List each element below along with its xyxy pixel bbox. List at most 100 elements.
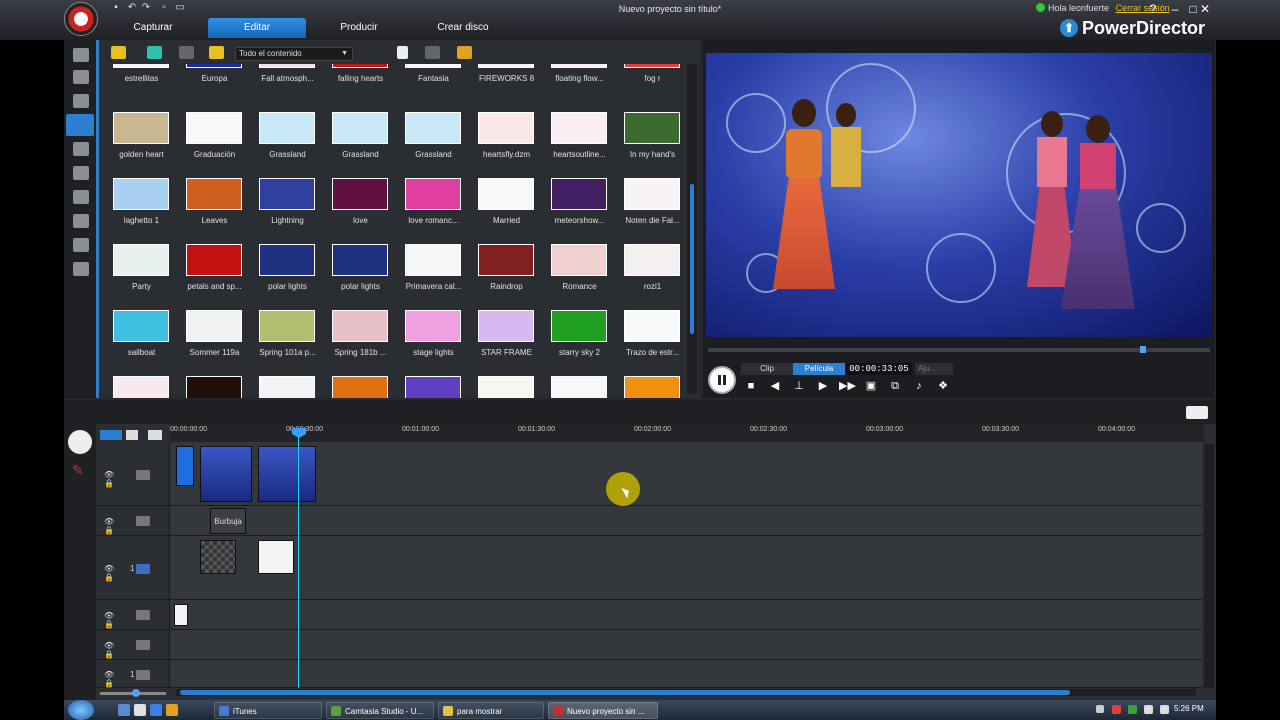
view-mode-icon[interactable] <box>457 46 472 59</box>
switch-windows-icon[interactable] <box>134 704 146 716</box>
library-item[interactable]: STAR FRAME <box>470 310 543 376</box>
help-button[interactable]: ? <box>1142 2 1164 16</box>
media-player-icon[interactable] <box>166 704 178 716</box>
timecode-display[interactable]: 00:00:33:05 <box>846 363 912 375</box>
voice-over-room-icon[interactable] <box>73 214 89 228</box>
zoom-knob[interactable] <box>132 689 140 697</box>
mode-clip-button[interactable]: Clip <box>741 363 793 375</box>
library-item[interactable]: Raindrop <box>470 244 543 310</box>
library-item[interactable]: starry sky 2 <box>543 310 616 376</box>
library-item[interactable]: Spring 101a p... <box>251 310 324 376</box>
split-icon[interactable]: ⊥ <box>791 379 807 393</box>
taskbar-clock[interactable]: 5:26 PM <box>1174 704 1204 713</box>
network-icon[interactable] <box>1144 705 1153 714</box>
video-clip[interactable] <box>200 446 252 502</box>
library-item[interactable]: Married <box>470 178 543 244</box>
taskbar-task[interactable]: iTunes <box>214 702 322 719</box>
upgrade-arrow-icon[interactable]: ⬆ <box>1060 19 1078 37</box>
new-file-icon[interactable] <box>397 46 408 59</box>
media-room-icon[interactable] <box>73 48 89 62</box>
library-item[interactable]: Romance <box>543 244 616 310</box>
video-clip[interactable] <box>176 446 194 486</box>
library-item[interactable]: Grassland <box>324 112 397 178</box>
visibility-lock-icon[interactable]: 👁 🔒 <box>104 517 122 535</box>
transition-room-icon[interactable] <box>73 166 89 180</box>
tab-capture[interactable]: Capturar <box>120 18 186 38</box>
tab-produce[interactable]: Producir <box>326 18 392 38</box>
fit-timeline-icon[interactable] <box>148 430 162 440</box>
volume-icon[interactable]: ♪ <box>911 379 927 393</box>
library-scroll-thumb[interactable] <box>690 184 694 334</box>
timeline-zoom-slider[interactable] <box>100 689 166 697</box>
timeline-scroll-thumb[interactable] <box>180 690 1070 695</box>
library-item[interactable]: Grassland <box>251 112 324 178</box>
content-filter-select[interactable]: Todo el contenido ▼ <box>235 47 353 61</box>
mode-movie-button[interactable]: Película <box>793 363 845 375</box>
stop-icon[interactable]: ■ <box>743 379 759 393</box>
magic-tools-icon[interactable] <box>179 46 194 59</box>
effect-room-icon[interactable] <box>73 70 89 84</box>
timeline-ruler[interactable]: 00:00:00:0000:00:30:0000:01:00:0000:01:3… <box>170 424 1204 442</box>
volume-icon[interactable] <box>1160 705 1169 714</box>
library-item[interactable]: In my hand's <box>616 112 685 178</box>
tray-app-icon[interactable] <box>1128 705 1137 714</box>
library-item[interactable]: heartsoutline... <box>543 112 616 178</box>
library-item[interactable]: Leaves <box>178 178 251 244</box>
library-item[interactable]: polar lights <box>251 244 324 310</box>
library-item[interactable]: Spring 181b ... <box>324 310 397 376</box>
import-folder-icon[interactable] <box>111 46 126 59</box>
library-item[interactable]: Party <box>105 244 178 310</box>
storyboard-view-icon[interactable] <box>126 430 138 440</box>
undo-icon[interactable]: ↶ <box>126 3 138 13</box>
undock-icon[interactable]: ⧉ <box>887 379 903 393</box>
library-item[interactable] <box>543 376 616 398</box>
pip-clip[interactable] <box>258 540 294 574</box>
library-item[interactable]: laghetto 1 <box>105 178 178 244</box>
download-content-icon[interactable] <box>147 46 162 59</box>
pip-clip[interactable] <box>200 540 236 574</box>
library-item[interactable] <box>470 376 543 398</box>
display-settings-icon[interactable]: ❖ <box>935 379 951 393</box>
chapter-room-icon[interactable] <box>73 238 89 252</box>
pause-button[interactable] <box>708 366 736 394</box>
close-button[interactable]: ✕ <box>1194 2 1216 16</box>
fast-forward-icon[interactable]: ▶▶ <box>839 379 856 393</box>
open-project-icon[interactable]: ▭ <box>174 3 186 13</box>
library-item[interactable]: polar lights <box>324 244 397 310</box>
library-item[interactable]: Grassland <box>397 112 470 178</box>
magic-tools-icon[interactable] <box>68 430 92 454</box>
tab-edit[interactable]: Editar <box>208 18 306 38</box>
library-item[interactable] <box>251 376 324 398</box>
visibility-lock-icon[interactable]: 👁 🔒 <box>104 641 122 659</box>
library-item[interactable]: stage lights <box>397 310 470 376</box>
library-scrollbar[interactable] <box>687 64 697 394</box>
internet-explorer-icon[interactable] <box>150 704 162 716</box>
show-desktop-icon[interactable] <box>118 704 130 716</box>
library-item[interactable]: Lightning <box>251 178 324 244</box>
library-item[interactable]: love romanc... <box>397 178 470 244</box>
library-item[interactable] <box>397 376 470 398</box>
particle-room-icon[interactable] <box>66 114 94 136</box>
library-item[interactable]: golden heart <box>105 112 178 178</box>
audio-mixing-room-icon[interactable] <box>73 190 89 204</box>
save-icon[interactable]: ▪ <box>110 3 122 13</box>
visibility-lock-icon[interactable]: 👁 🔒 <box>104 611 122 629</box>
start-button[interactable] <box>68 700 94 720</box>
visibility-lock-icon[interactable]: 👁 🔒 <box>104 470 122 488</box>
title-room-icon[interactable] <box>73 142 89 156</box>
taskbar-task[interactable]: Camtasia Studio - U... <box>326 702 434 719</box>
seek-knob[interactable] <box>1140 346 1146 353</box>
library-item[interactable]: love <box>324 178 397 244</box>
visibility-lock-icon[interactable]: 👁 🔒 <box>104 670 122 688</box>
new-project-icon[interactable]: ▫ <box>158 3 170 13</box>
playhead-line[interactable] <box>298 430 299 688</box>
taskbar-task[interactable]: para mostrar <box>438 702 544 719</box>
next-frame-icon[interactable]: ▶ <box>815 379 831 393</box>
pip-objects-room-icon[interactable] <box>73 94 89 108</box>
library-item[interactable]: Trazo de estr... <box>616 310 685 376</box>
library-item[interactable]: meteorshow... <box>543 178 616 244</box>
library-item[interactable] <box>324 376 397 398</box>
timeline-options-icon[interactable] <box>1186 406 1208 419</box>
tab-create-disc[interactable]: Crear disco <box>424 18 502 38</box>
video-clip[interactable] <box>258 446 316 502</box>
